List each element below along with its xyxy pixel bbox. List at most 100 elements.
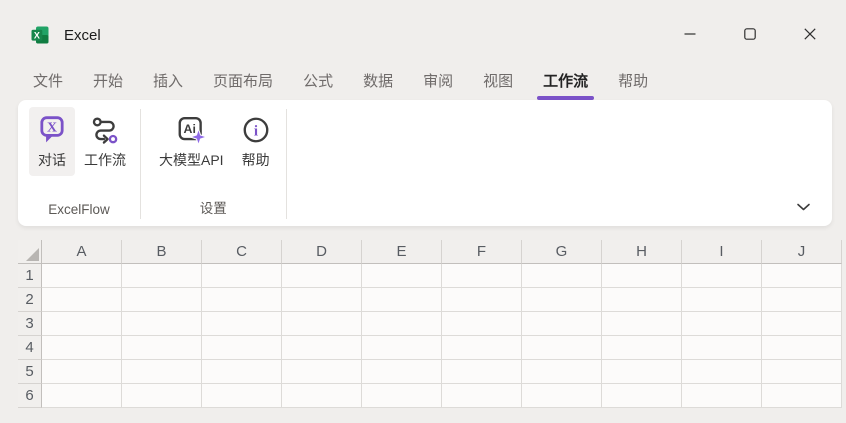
- cell-J3[interactable]: [762, 312, 842, 336]
- cell-B2[interactable]: [122, 288, 202, 312]
- chat-bubble-x-icon: X: [37, 115, 67, 145]
- cell-E3[interactable]: [362, 312, 442, 336]
- cell-G6[interactable]: [522, 384, 602, 408]
- cell-E4[interactable]: [362, 336, 442, 360]
- collapse-ribbon-button[interactable]: [788, 194, 818, 220]
- cell-E6[interactable]: [362, 384, 442, 408]
- column-header-D[interactable]: D: [282, 240, 362, 264]
- cell-J2[interactable]: [762, 288, 842, 312]
- cell-I1[interactable]: [682, 264, 762, 288]
- cell-B5[interactable]: [122, 360, 202, 384]
- cell-I4[interactable]: [682, 336, 762, 360]
- cell-E2[interactable]: [362, 288, 442, 312]
- cell-I6[interactable]: [682, 384, 762, 408]
- ribbon-group-1: Ai 大模型API i 帮助设置: [141, 100, 286, 226]
- column-header-A[interactable]: A: [42, 240, 122, 264]
- maximize-button[interactable]: [727, 18, 773, 50]
- cell-A2[interactable]: [42, 288, 122, 312]
- cell-A1[interactable]: [42, 264, 122, 288]
- cell-D4[interactable]: [282, 336, 362, 360]
- tab-4[interactable]: 公式: [288, 66, 348, 100]
- minimize-button[interactable]: [667, 18, 713, 50]
- row-header-4[interactable]: 4: [18, 336, 42, 360]
- cell-C4[interactable]: [202, 336, 282, 360]
- cell-C1[interactable]: [202, 264, 282, 288]
- column-header-J[interactable]: J: [762, 240, 842, 264]
- cell-B3[interactable]: [122, 312, 202, 336]
- cell-H2[interactable]: [602, 288, 682, 312]
- cell-G2[interactable]: [522, 288, 602, 312]
- cell-B6[interactable]: [122, 384, 202, 408]
- column-header-C[interactable]: C: [202, 240, 282, 264]
- cell-F3[interactable]: [442, 312, 522, 336]
- cell-A4[interactable]: [42, 336, 122, 360]
- cell-C3[interactable]: [202, 312, 282, 336]
- cell-J1[interactable]: [762, 264, 842, 288]
- cell-G4[interactable]: [522, 336, 602, 360]
- tab-9[interactable]: 帮助: [603, 66, 663, 100]
- select-all-corner[interactable]: [18, 240, 42, 264]
- cell-E5[interactable]: [362, 360, 442, 384]
- workflow-icon: [90, 115, 120, 145]
- cell-A3[interactable]: [42, 312, 122, 336]
- ribbon-button-1-1[interactable]: i 帮助: [233, 107, 279, 176]
- column-header-H[interactable]: H: [602, 240, 682, 264]
- cell-H5[interactable]: [602, 360, 682, 384]
- tab-3[interactable]: 页面布局: [198, 66, 288, 100]
- cell-A6[interactable]: [42, 384, 122, 408]
- tab-0[interactable]: 文件: [18, 66, 78, 100]
- ribbon-button-0-1[interactable]: 工作流: [77, 107, 133, 176]
- cell-F1[interactable]: [442, 264, 522, 288]
- cell-D2[interactable]: [282, 288, 362, 312]
- row-header-5[interactable]: 5: [18, 360, 42, 384]
- cell-J5[interactable]: [762, 360, 842, 384]
- tab-5[interactable]: 数据: [348, 66, 408, 100]
- row-header-1[interactable]: 1: [18, 264, 42, 288]
- cell-H1[interactable]: [602, 264, 682, 288]
- cell-F5[interactable]: [442, 360, 522, 384]
- column-header-I[interactable]: I: [682, 240, 762, 264]
- cell-H4[interactable]: [602, 336, 682, 360]
- cell-B4[interactable]: [122, 336, 202, 360]
- cell-I5[interactable]: [682, 360, 762, 384]
- ribbon-button-1-0[interactable]: Ai 大模型API: [152, 107, 231, 176]
- close-button[interactable]: [787, 18, 833, 50]
- cell-C6[interactable]: [202, 384, 282, 408]
- tab-1[interactable]: 开始: [78, 66, 138, 100]
- window-title: Excel: [64, 27, 101, 44]
- cell-I2[interactable]: [682, 288, 762, 312]
- cell-J6[interactable]: [762, 384, 842, 408]
- cell-D3[interactable]: [282, 312, 362, 336]
- column-header-F[interactable]: F: [442, 240, 522, 264]
- cell-F6[interactable]: [442, 384, 522, 408]
- column-header-E[interactable]: E: [362, 240, 442, 264]
- cell-D5[interactable]: [282, 360, 362, 384]
- cell-H6[interactable]: [602, 384, 682, 408]
- row-header-2[interactable]: 2: [18, 288, 42, 312]
- row-header-6[interactable]: 6: [18, 384, 42, 408]
- cell-H3[interactable]: [602, 312, 682, 336]
- tab-6[interactable]: 审阅: [408, 66, 468, 100]
- column-header-G[interactable]: G: [522, 240, 602, 264]
- cell-D6[interactable]: [282, 384, 362, 408]
- cell-I3[interactable]: [682, 312, 762, 336]
- row-header-3[interactable]: 3: [18, 312, 42, 336]
- cell-B1[interactable]: [122, 264, 202, 288]
- cell-G3[interactable]: [522, 312, 602, 336]
- tab-workflow[interactable]: 工作流: [528, 66, 603, 100]
- cell-C2[interactable]: [202, 288, 282, 312]
- tab-7[interactable]: 视图: [468, 66, 528, 100]
- cell-J4[interactable]: [762, 336, 842, 360]
- cell-G1[interactable]: [522, 264, 602, 288]
- cell-G5[interactable]: [522, 360, 602, 384]
- ribbon-button-0-0[interactable]: X 对话: [29, 107, 75, 176]
- cell-F2[interactable]: [442, 288, 522, 312]
- cell-F4[interactable]: [442, 336, 522, 360]
- tab-2[interactable]: 插入: [138, 66, 198, 100]
- cell-E1[interactable]: [362, 264, 442, 288]
- cell-D1[interactable]: [282, 264, 362, 288]
- cell-A5[interactable]: [42, 360, 122, 384]
- ai-sparkle-icon: Ai: [176, 115, 206, 145]
- column-header-B[interactable]: B: [122, 240, 202, 264]
- cell-C5[interactable]: [202, 360, 282, 384]
